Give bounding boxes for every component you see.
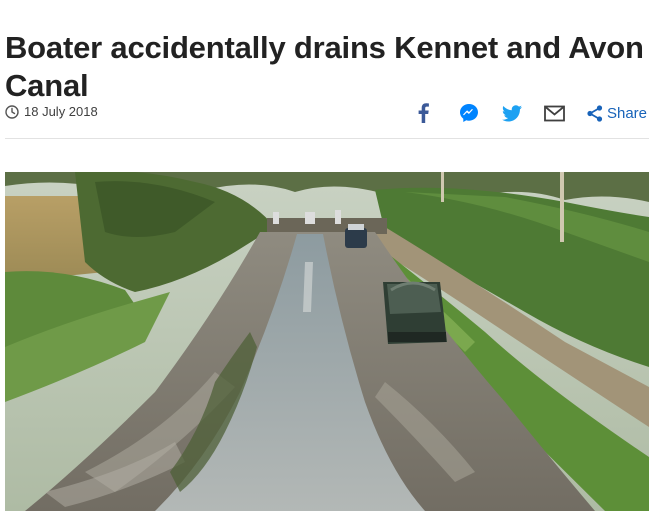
article-photo	[5, 172, 649, 511]
article-headline: Boater accidentally drains Kennet and Av…	[5, 29, 644, 103]
article-date: 18 July 2018	[24, 104, 98, 119]
article-meta: 18 July 2018 Share	[5, 100, 647, 126]
share-icon	[587, 104, 603, 122]
facebook-icon	[419, 103, 430, 123]
email-icon	[544, 105, 566, 121]
email-share-button[interactable]	[544, 102, 566, 124]
clock-icon	[5, 104, 19, 119]
timestamp: 18 July 2018	[5, 104, 98, 119]
twitter-icon	[501, 104, 522, 121]
share-bar: Share	[413, 100, 647, 126]
divider	[5, 138, 649, 139]
facebook-share-button[interactable]	[413, 102, 435, 124]
twitter-share-button[interactable]	[501, 102, 523, 124]
share-label: Share	[606, 104, 647, 122]
drained-canal-photo	[5, 172, 649, 511]
messenger-share-button[interactable]	[458, 102, 480, 124]
messenger-icon	[459, 104, 478, 122]
share-button[interactable]: Share	[587, 105, 647, 122]
